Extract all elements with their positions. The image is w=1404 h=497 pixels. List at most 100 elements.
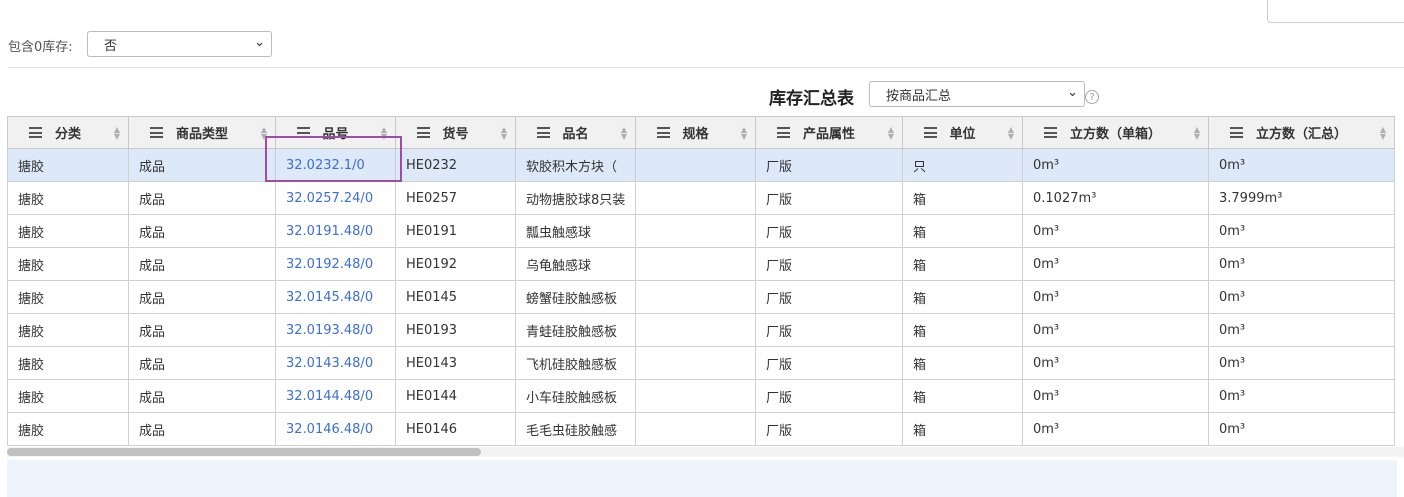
menu-icon[interactable]	[29, 127, 42, 138]
column-header[interactable]: 产品属性 ▲ ▼	[755, 116, 903, 149]
column-header-label: 立方数（汇总）	[1255, 127, 1347, 142]
column-header[interactable]: 商品类型 ▲ ▼	[128, 116, 276, 149]
table-cell: 0m³	[1208, 379, 1395, 413]
table-cell: 厂版	[755, 181, 903, 215]
product-code-link[interactable]: 32.0146.48/0	[275, 412, 396, 446]
table-row[interactable]: 搪胶 成品 32.0192.48/0 HE0192 乌龟触感球 厂版箱 0m³ 0m³	[7, 247, 1395, 281]
column-header[interactable]: 立方数（单箱） ▲ ▼	[1022, 116, 1209, 149]
table-cell: 0m³	[1208, 313, 1395, 347]
column-header[interactable]: 品号 ▲ ▼	[275, 116, 396, 149]
table-cell: 搪胶	[7, 247, 129, 281]
table-cell: 成品	[128, 280, 276, 314]
column-header[interactable]: 分类 ▲ ▼	[7, 116, 129, 149]
menu-icon[interactable]	[1044, 127, 1057, 138]
table-cell	[635, 247, 756, 281]
table-cell	[635, 379, 756, 413]
table-cell: 瓢虫触感球	[515, 214, 636, 248]
column-header[interactable]: 立方数（汇总） ▲ ▼	[1208, 116, 1395, 149]
product-code-link[interactable]: 32.0257.24/0	[275, 181, 396, 215]
table-cell: 搪胶	[7, 214, 129, 248]
table-cell: 厂版	[755, 346, 903, 380]
menu-icon[interactable]	[1230, 127, 1243, 138]
table-cell: 成品	[128, 379, 276, 413]
table-row[interactable]: 搪胶 成品 32.0191.48/0 HE0191 瓢虫触感球 厂版箱 0m³ 0m³	[7, 214, 1395, 248]
table-cell: 0m³	[1022, 148, 1209, 182]
menu-icon[interactable]	[777, 127, 790, 138]
summary-mode-value: 按商品汇总	[886, 88, 952, 104]
help-icon[interactable]: ?	[1085, 90, 1099, 104]
product-code-link[interactable]: 32.0144.48/0	[275, 379, 396, 413]
table-cell: 成品	[128, 346, 276, 380]
table-cell: HE0144	[395, 379, 516, 413]
table-cell: 厂版	[755, 313, 903, 347]
table-cell: 搪胶	[7, 280, 129, 314]
table-cell: HE0232	[395, 148, 516, 182]
sort-icon[interactable]: ▲ ▼	[741, 126, 747, 141]
table-cell: 0m³	[1208, 214, 1395, 248]
table-header-row: 分类 ▲ ▼ 商品类型 ▲ ▼ 品号 ▲ ▼ 货号 ▲ ▼ 品名 ▲ ▼ 规格 ▲ ▼ 产品属性 ▲ ▼ 单位 ▲ ▼ 立方数（…	[7, 116, 1395, 149]
table-cell: 箱	[902, 280, 1023, 314]
table-row[interactable]: 搪胶 成品 32.0193.48/0 HE0193 青蛙硅胶触感板 厂版箱 0m³ 0m³	[7, 313, 1395, 347]
product-code-link[interactable]: 32.0232.1/0	[275, 148, 396, 182]
column-header[interactable]: 单位 ▲ ▼	[902, 116, 1023, 149]
menu-icon[interactable]	[297, 127, 310, 138]
menu-icon[interactable]	[537, 127, 550, 138]
table-cell: 软胶积木方块（	[515, 148, 636, 182]
table-cell: 动物搪胶球8只装	[515, 181, 636, 215]
column-header-label: 品号	[322, 127, 349, 142]
table-cell	[635, 148, 756, 182]
sort-icon[interactable]: ▲ ▼	[621, 126, 627, 141]
column-header[interactable]: 品名 ▲ ▼	[515, 116, 636, 149]
table-cell: 箱	[902, 181, 1023, 215]
table-row[interactable]: 搪胶 成品 32.0232.1/0 HE0232 软胶积木方块（ 厂版只 0m³ 0m³	[7, 148, 1395, 182]
table-cell	[635, 412, 756, 446]
menu-icon[interactable]	[657, 127, 670, 138]
table-cell	[635, 280, 756, 314]
table-cell: 厂版	[755, 148, 903, 182]
table-body: 搪胶 成品 32.0232.1/0 HE0232 软胶积木方块（ 厂版只 0m³ 0m³ 搪胶成…	[7, 148, 1395, 446]
product-code-link[interactable]: 32.0191.48/0	[275, 214, 396, 248]
table-cell: 青蛙硅胶触感板	[515, 313, 636, 347]
sort-icon[interactable]: ▲ ▼	[261, 126, 267, 141]
summary-mode-select[interactable]: 按商品汇总 ⌄	[869, 81, 1085, 107]
table-row[interactable]: 搪胶 成品 32.0144.48/0 HE0144 小车硅胶触感板 厂版箱 0m³ 0m³	[7, 379, 1395, 413]
sort-icon[interactable]: ▲ ▼	[501, 126, 507, 141]
include-zero-select[interactable]: 否 ⌄	[87, 31, 272, 57]
table-cell: HE0193	[395, 313, 516, 347]
table-cell: HE0145	[395, 280, 516, 314]
table-cell: 成品	[128, 313, 276, 347]
menu-icon[interactable]	[417, 127, 430, 138]
table-row[interactable]: 搪胶 成品 32.0145.48/0 HE0145 螃蟹硅胶触感板 厂版箱 0m³ 0m³	[7, 280, 1395, 314]
menu-icon[interactable]	[150, 127, 163, 138]
table-cell: 小车硅胶触感板	[515, 379, 636, 413]
inventory-table: 分类 ▲ ▼ 商品类型 ▲ ▼ 品号 ▲ ▼ 货号 ▲ ▼ 品名 ▲ ▼ 规格 ▲ ▼ 产品属性 ▲ ▼ 单位 ▲ ▼ 立方数（…	[7, 116, 1395, 446]
table-row[interactable]: 搪胶 成品 32.0143.48/0 HE0143 飞机硅胶触感板 厂版箱 0m³ 0m³	[7, 346, 1395, 380]
sort-icon[interactable]: ▲ ▼	[1380, 126, 1386, 141]
sort-icon[interactable]: ▲ ▼	[1194, 126, 1200, 141]
column-header[interactable]: 货号 ▲ ▼	[395, 116, 516, 149]
table-cell: 0m³	[1208, 280, 1395, 314]
column-header[interactable]: 规格 ▲ ▼	[635, 116, 756, 149]
product-code-link[interactable]: 32.0192.48/0	[275, 247, 396, 281]
sort-icon[interactable]: ▲ ▼	[114, 126, 120, 141]
table-cell: 成品	[128, 247, 276, 281]
table-cell: 搪胶	[7, 148, 129, 182]
menu-icon[interactable]	[924, 127, 937, 138]
table-cell: HE0257	[395, 181, 516, 215]
table-cell: HE0192	[395, 247, 516, 281]
sort-icon[interactable]: ▲ ▼	[381, 126, 387, 141]
sort-icon[interactable]: ▲ ▼	[888, 126, 894, 141]
product-code-link[interactable]: 32.0145.48/0	[275, 280, 396, 314]
product-code-link[interactable]: 32.0193.48/0	[275, 313, 396, 347]
product-code-link[interactable]: 32.0143.48/0	[275, 346, 396, 380]
column-header-label: 分类	[54, 127, 81, 142]
table-cell: 箱	[902, 313, 1023, 347]
sort-icon[interactable]: ▲ ▼	[1008, 126, 1014, 141]
top-right-input[interactable]	[1267, 0, 1404, 23]
table-cell: 箱	[902, 247, 1023, 281]
table-row[interactable]: 搪胶 成品 32.0146.48/0 HE0146 毛毛虫硅胶触感 厂版箱 0m³ 0m³	[7, 412, 1395, 446]
table-cell: 厂版	[755, 280, 903, 314]
horizontal-scrollbar-thumb[interactable]	[7, 448, 481, 456]
table-cell: 箱	[902, 214, 1023, 248]
table-row[interactable]: 搪胶 成品 32.0257.24/0 HE0257 动物搪胶球8只装 厂版箱 0.1027m…	[7, 181, 1395, 215]
